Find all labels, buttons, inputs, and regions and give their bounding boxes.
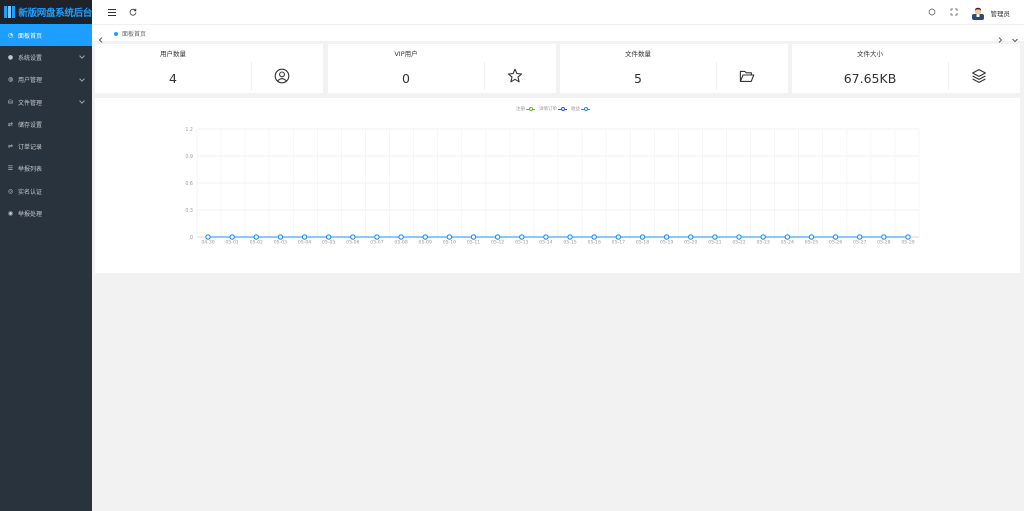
x-tick-label: 05-06 xyxy=(346,240,359,246)
x-tick-label: 05-08 xyxy=(394,240,407,246)
data-point xyxy=(808,234,815,240)
x-tick-label: 05-27 xyxy=(853,240,866,246)
x-tick-label: 05-23 xyxy=(756,240,769,246)
x-tick-label: 04-30 xyxy=(201,240,214,246)
data-point xyxy=(543,234,549,240)
x-tick-label: 05-05 xyxy=(322,240,335,246)
x-tick-label: 05-22 xyxy=(732,240,745,246)
x-tick-label: 05-11 xyxy=(467,240,480,246)
data-point xyxy=(374,234,380,240)
x-tick-label: 05-25 xyxy=(805,240,818,246)
data-point xyxy=(422,234,428,240)
x-tick-label: 05-13 xyxy=(515,240,528,246)
data-point xyxy=(688,234,694,240)
data-point xyxy=(205,234,211,240)
x-tick-label: 05-21 xyxy=(708,240,721,246)
x-tick-label: 05-17 xyxy=(612,240,625,246)
data-point xyxy=(567,234,573,240)
x-tick-label: 05-09 xyxy=(419,240,432,246)
data-point xyxy=(736,234,742,240)
data-point xyxy=(712,234,718,240)
data-point xyxy=(495,234,501,240)
data-point xyxy=(832,234,839,240)
data-point xyxy=(519,234,525,240)
x-tick-label: 05-18 xyxy=(636,240,649,246)
x-tick-label: 05-14 xyxy=(539,240,552,246)
data-point xyxy=(301,234,308,240)
data-point xyxy=(253,234,259,240)
data-point xyxy=(326,234,332,240)
x-tick-label: 05-26 xyxy=(829,240,842,246)
x-tick-label: 05-02 xyxy=(250,240,263,246)
x-tick-label: 05-19 xyxy=(660,240,673,246)
data-point xyxy=(446,234,452,240)
data-point xyxy=(350,234,356,240)
data-point xyxy=(615,234,621,240)
y-tick-label: 1.2 xyxy=(185,127,193,133)
data-point xyxy=(857,234,863,240)
x-tick-label: 05-29 xyxy=(901,240,914,246)
data-point xyxy=(760,234,766,240)
x-tick-label: 05-28 xyxy=(877,240,890,246)
data-point xyxy=(470,234,477,240)
data-point xyxy=(277,234,284,240)
x-tick-label: 05-12 xyxy=(491,240,504,246)
x-tick-label: 05-15 xyxy=(563,240,576,246)
y-tick-label: 0 xyxy=(190,235,193,241)
y-tick-label: 0.9 xyxy=(185,154,193,160)
data-point xyxy=(881,234,887,240)
x-tick-label: 05-24 xyxy=(781,240,794,246)
data-point xyxy=(591,234,597,240)
x-tick-label: 05-20 xyxy=(684,240,697,246)
x-tick-label: 05-07 xyxy=(370,240,383,246)
x-tick-label: 05-01 xyxy=(225,240,238,246)
line-chart: 0 0.3 0.6 0.9 1.2 04-30 05-01 05-02 05-03 05-04 05… xyxy=(185,127,920,246)
data-point xyxy=(664,234,670,240)
x-tick-label: 05-03 xyxy=(274,240,287,246)
x-tick-label: 05-10 xyxy=(443,240,456,246)
x-tick-label: 05-16 xyxy=(588,240,601,246)
data-point xyxy=(639,234,646,240)
data-point xyxy=(229,234,235,240)
data-point xyxy=(784,234,790,240)
data-point xyxy=(398,234,404,240)
x-tick-label: 05-04 xyxy=(298,240,311,246)
y-tick-label: 0.3 xyxy=(185,208,193,214)
data-point xyxy=(905,234,911,240)
y-tick-label: 0.6 xyxy=(185,181,193,187)
